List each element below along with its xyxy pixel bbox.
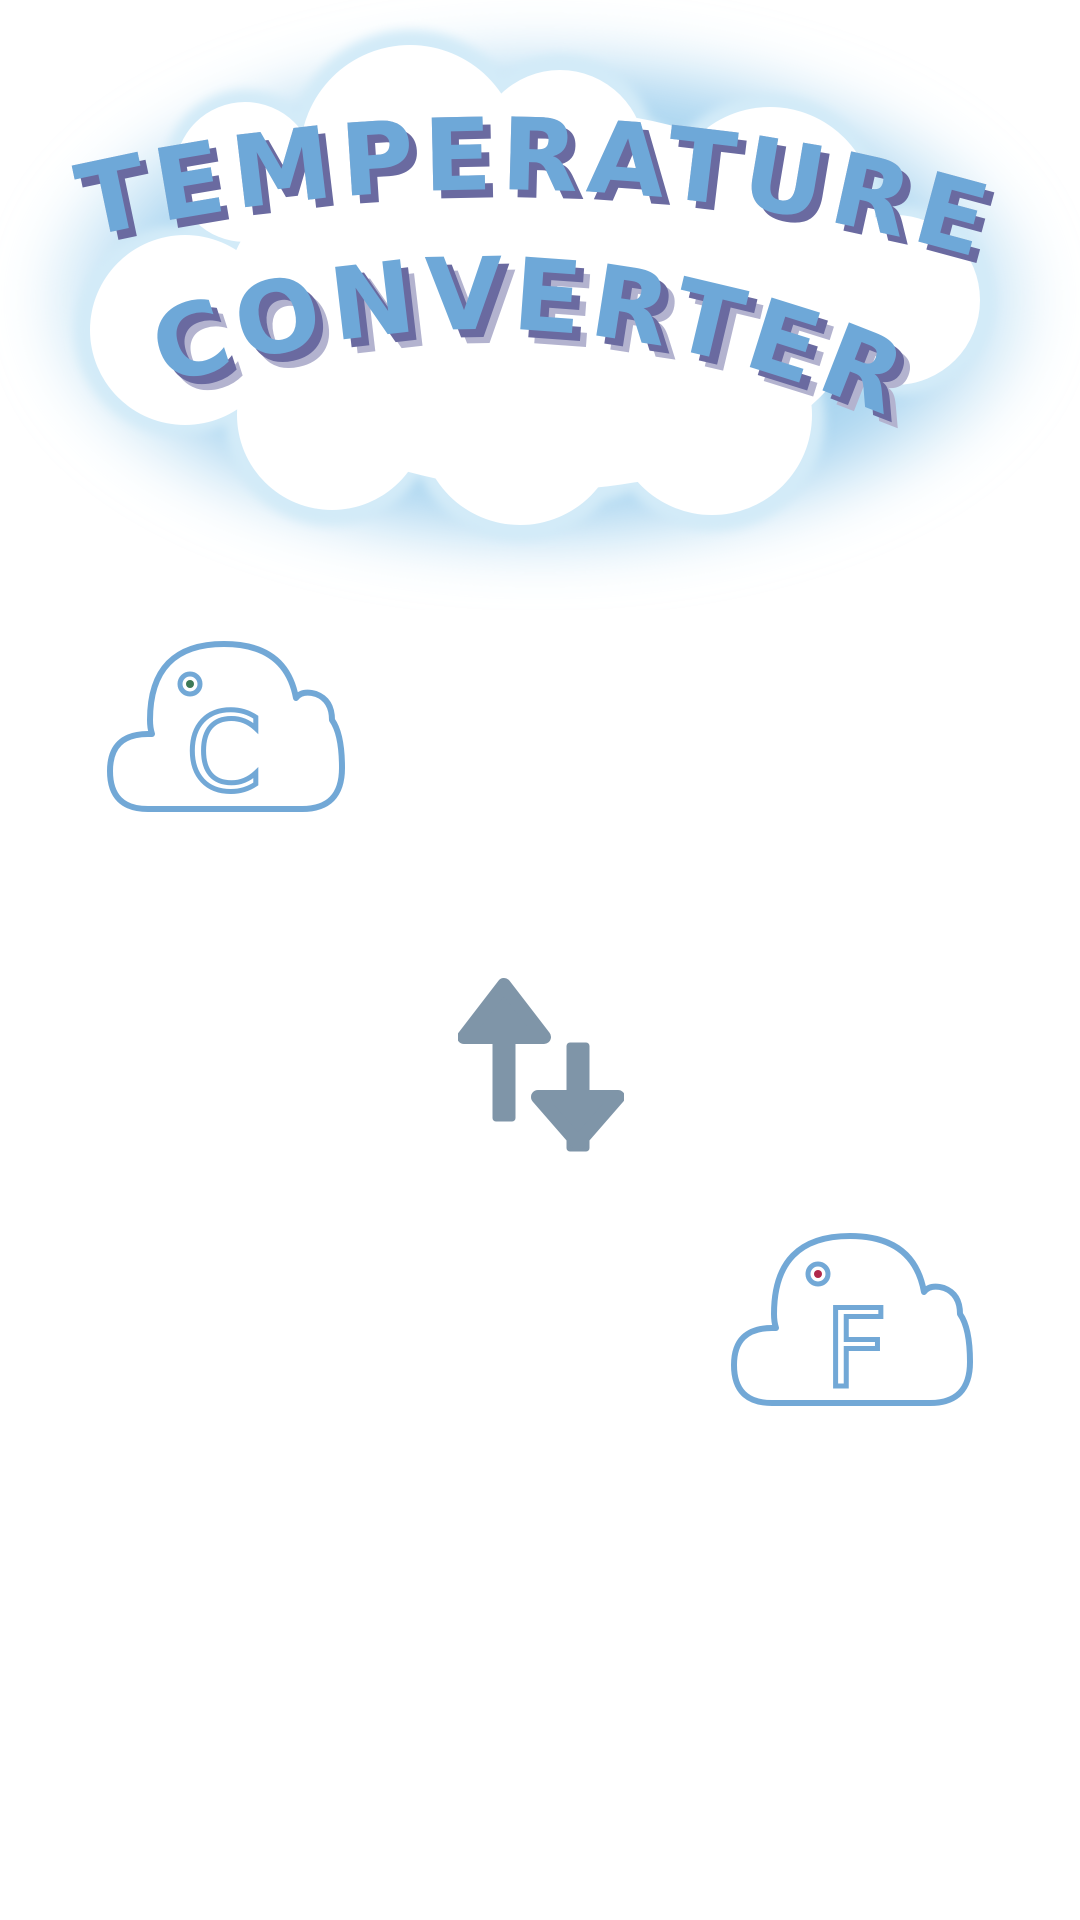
swap-arrows-icon bbox=[457, 978, 625, 1152]
celsius-letter: C bbox=[186, 691, 261, 814]
celsius-cloud-icon: C bbox=[107, 641, 345, 814]
page-title: TEMPERATURE TEMPERATURE TEMPERATURE CONV… bbox=[67, 96, 1007, 454]
svg-text:CONVERTER: CONVERTER bbox=[138, 235, 927, 440]
header-banner: TEMPERATURE TEMPERATURE TEMPERATURE CONV… bbox=[0, 0, 1080, 610]
title-line-2: CONVERTER bbox=[138, 235, 919, 440]
swap-units-button[interactable] bbox=[457, 975, 625, 1155]
fahrenheit-letter: F bbox=[825, 1287, 887, 1408]
fahrenheit-cloud-icon: F bbox=[731, 1233, 973, 1408]
celsius-button[interactable]: C bbox=[106, 638, 346, 814]
fahrenheit-button[interactable]: F bbox=[730, 1230, 974, 1408]
